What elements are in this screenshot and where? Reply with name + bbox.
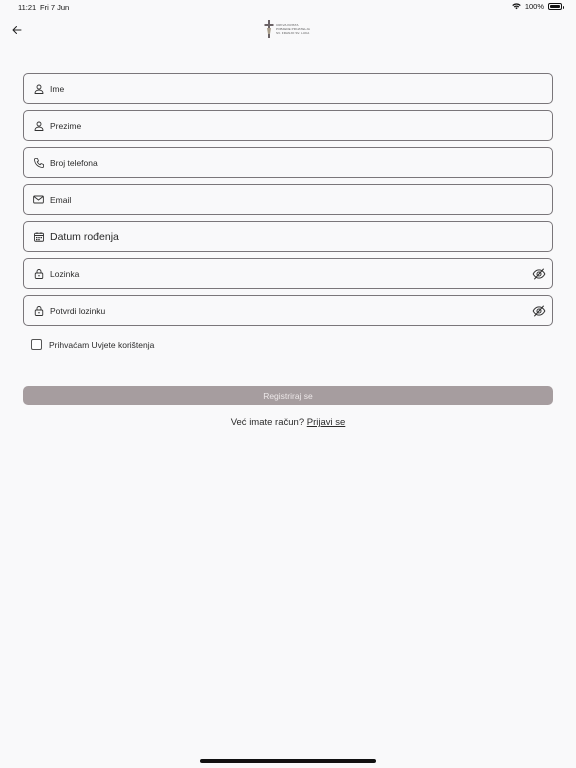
birth-date-input[interactable] [50,222,520,251]
register-button[interactable]: Registriraj se [23,386,553,405]
person-icon [32,119,45,132]
login-link[interactable]: Prijavi se [307,417,346,428]
terms-prefix: Prihvaćam [49,339,90,350]
eye-off-icon[interactable] [531,303,546,318]
status-bar: 11:21 Fri 7 Jun 100% [0,0,576,14]
terms-row: Prihvaćam Uvjete korištenja [31,339,154,350]
password-input[interactable] [50,259,520,288]
phone-icon [32,156,45,169]
login-prompt-row: Već imate račun? Prijavi se [23,417,553,428]
status-indicators: 100% [512,2,564,11]
calendar-icon [32,230,45,243]
last-name-field[interactable] [23,110,553,141]
battery-percent: 100% [524,2,544,11]
lock-icon [32,304,45,317]
logo-text: CRKVA KRISTA POBJEDE PRIJATELJA SV. FRAN… [276,23,310,35]
first-name-input[interactable] [50,74,520,103]
phone-field[interactable] [23,147,553,178]
email-field[interactable] [23,184,553,215]
registration-form: Prihvaćam Uvjete korištenja Registriraj … [23,73,553,428]
eye-off-icon[interactable] [531,266,546,281]
lock-icon [32,267,45,280]
confirm-password-field[interactable] [23,295,553,326]
confirm-password-input[interactable] [50,296,520,325]
battery-fill [550,5,560,8]
birth-date-field[interactable] [23,221,553,252]
status-time: 11:21 [18,3,37,12]
first-name-field[interactable] [23,73,553,104]
terms-link[interactable]: Uvjete korištenja [92,340,155,350]
person-icon [32,82,45,95]
last-name-input[interactable] [50,111,520,140]
logo-line-3: SV. FRANJO SV. LUKA [276,31,310,35]
login-prompt: Već imate račun? [230,417,305,428]
arrow-left-icon [12,26,22,34]
home-indicator[interactable] [200,759,376,763]
registration-screen: 11:21 Fri 7 Jun 100% CRKVA KRISTA POBJED… [0,0,576,768]
battery-icon [548,3,564,10]
phone-input[interactable] [50,148,520,177]
password-field[interactable] [23,258,553,289]
terms-label: Prihvaćam Uvjete korištenja [49,340,154,350]
back-button[interactable] [8,21,26,39]
terms-checkbox[interactable] [31,339,42,350]
cross-icon [264,20,274,38]
church-logo: CRKVA KRISTA POBJEDE PRIJATELJA SV. FRAN… [264,20,314,38]
mail-icon [32,193,45,206]
status-date: Fri 7 Jun [40,3,70,12]
email-input[interactable] [50,185,520,214]
wifi-icon [512,3,521,10]
